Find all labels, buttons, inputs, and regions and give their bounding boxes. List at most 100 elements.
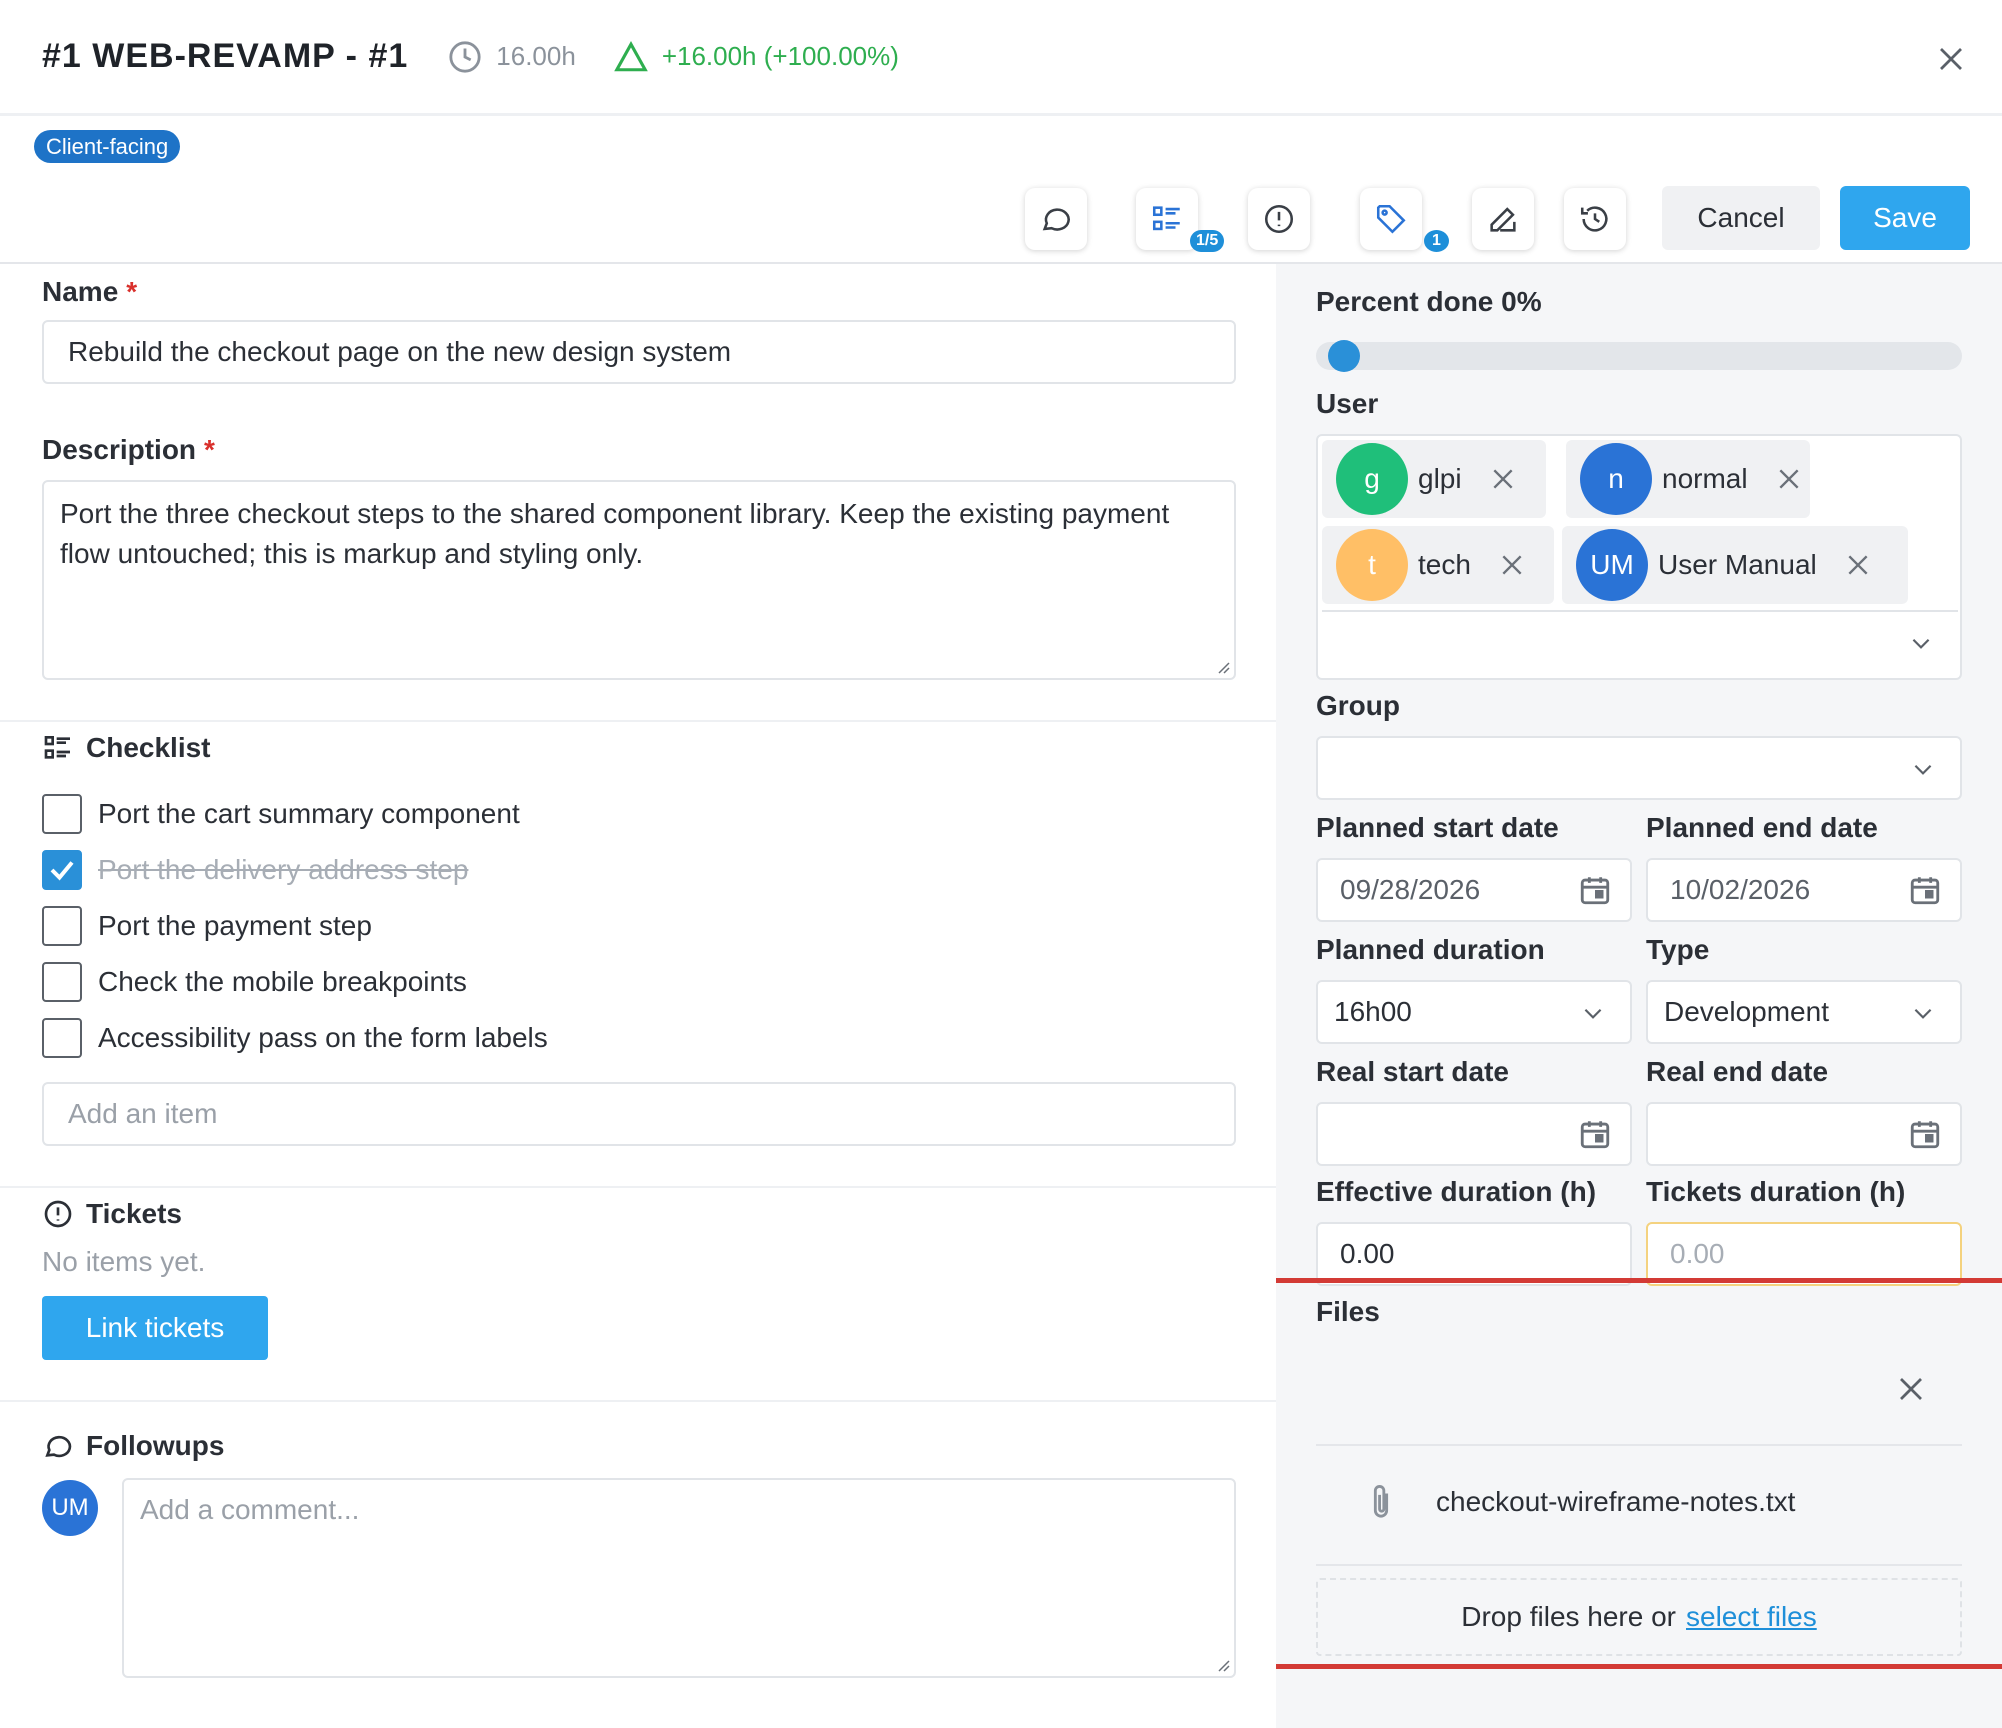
main-column: Name * Rebuild the checkout page on the n…: [0, 264, 1276, 1728]
real-end-input[interactable]: [1646, 1102, 1962, 1166]
checklist-button[interactable]: [1136, 188, 1198, 250]
tag-badge[interactable]: Client-facing: [34, 130, 181, 163]
tickets-button[interactable]: [1248, 188, 1310, 250]
checklist-checkbox[interactable]: [42, 794, 82, 834]
checklist-add-input[interactable]: Add an item: [42, 1082, 1236, 1146]
planned-start-label: Planned start date: [1316, 812, 1559, 843]
comment-textarea[interactable]: Add a comment...: [122, 1478, 1236, 1678]
hours-delta: +16.00h (+100.00%): [661, 41, 899, 71]
paperclip-icon: [1373, 1485, 1389, 1518]
planned-duration-select[interactable]: 16h00: [1316, 980, 1632, 1044]
edit-button[interactable]: [1472, 188, 1534, 250]
calendar-icon[interactable]: [1578, 1117, 1612, 1151]
divider: [1276, 1664, 2002, 1669]
divider: [0, 1186, 1276, 1188]
remove-user-icon[interactable]: [1776, 466, 1802, 492]
percent-slider-thumb[interactable]: [1328, 340, 1360, 372]
remove-user-icon[interactable]: [1845, 552, 1871, 578]
planned-start-input[interactable]: 09/28/2026: [1316, 858, 1632, 922]
link-tickets-button[interactable]: Link tickets: [42, 1296, 268, 1360]
user-name: glpi: [1418, 463, 1462, 494]
planned-hours: 16.00h: [496, 41, 576, 71]
percent-done-slider[interactable]: [1316, 342, 1962, 370]
user-chip: UM User Manual: [1562, 526, 1908, 604]
user-chip: g glpi: [1322, 440, 1546, 518]
group-label: Group: [1316, 690, 1400, 721]
checklist-checkbox[interactable]: [42, 850, 82, 890]
select-files-link[interactable]: select files: [1686, 1601, 1817, 1633]
chevron-down-icon[interactable]: [1910, 1000, 1936, 1026]
divider: [1276, 1278, 2002, 1283]
group-select[interactable]: [1316, 736, 1962, 800]
avatar: t: [1336, 529, 1408, 601]
task-modal: #1 WEB-REVAMP - #1 16.00h +16.00h (+100.…: [0, 0, 2002, 1728]
file-name[interactable]: checkout-wireframe-notes.txt: [1436, 1486, 1795, 1518]
checklist-item[interactable]: Port the delivery address step: [42, 850, 468, 890]
user-dropdown[interactable]: [1322, 610, 1958, 674]
triangle-up-icon: [613, 40, 648, 71]
checklist-icon: [1152, 206, 1180, 231]
checklist-item[interactable]: Check the mobile breakpoints: [42, 962, 467, 1002]
save-button[interactable]: Save: [1840, 186, 1970, 250]
history-button[interactable]: [1564, 188, 1626, 250]
alert-circle-icon: [1264, 204, 1294, 234]
followups-button[interactable]: [1025, 188, 1087, 250]
close-icon[interactable]: [1936, 44, 1966, 74]
checklist-checkbox[interactable]: [42, 1018, 82, 1058]
description-textarea[interactable]: Port the three checkout steps to the sha…: [42, 480, 1236, 680]
user-select[interactable]: g glpi n normal t tech UM User Manual: [1316, 434, 1962, 680]
calendar-icon[interactable]: [1578, 873, 1612, 907]
divider: [1316, 1444, 1962, 1446]
avatar: g: [1336, 443, 1408, 515]
type-select[interactable]: Development: [1646, 980, 1962, 1044]
avatar: UM: [1576, 529, 1648, 601]
chevron-down-icon[interactable]: [1908, 630, 1934, 656]
comment-icon: [1042, 208, 1070, 231]
tickets-duration-input: 0.00: [1646, 1222, 1962, 1286]
checklist-checkbox[interactable]: [42, 962, 82, 1002]
name-label: Name *: [42, 276, 138, 307]
cancel-button[interactable]: Cancel: [1662, 186, 1820, 250]
checklist-checkbox[interactable]: [42, 906, 82, 946]
planned-end-input[interactable]: 10/02/2026: [1646, 858, 1962, 922]
page-title: #1 WEB-REVAMP - #1: [42, 37, 409, 75]
user-chip: n normal: [1566, 440, 1810, 518]
effective-duration-input[interactable]: 0.00: [1316, 1222, 1632, 1286]
resize-grip-icon[interactable]: [1214, 1656, 1230, 1672]
tags-button[interactable]: [1360, 188, 1422, 250]
tags-count-badge: 1: [1424, 230, 1449, 252]
checklist-title: Checklist: [42, 732, 211, 764]
chevron-down-icon[interactable]: [1910, 756, 1936, 782]
chevron-down-icon[interactable]: [1580, 1000, 1606, 1026]
check-icon: [50, 861, 74, 881]
tag-icon: [1376, 204, 1406, 234]
checklist-item-label: Accessibility pass on the form labels: [98, 1022, 548, 1053]
percent-done-label: Percent done 0%: [1316, 286, 1542, 317]
name-input[interactable]: Rebuild the checkout page on the new des…: [42, 320, 1236, 384]
calendar-icon[interactable]: [1908, 873, 1942, 907]
alert-circle-icon: [44, 1200, 72, 1228]
user-label: User: [1316, 388, 1379, 419]
divider: [0, 1400, 1276, 1402]
user-name: tech: [1418, 549, 1471, 580]
close-icon[interactable]: [1896, 1374, 1926, 1404]
comment-icon: [45, 1435, 72, 1458]
remove-user-icon[interactable]: [1490, 466, 1516, 492]
real-start-label: Real start date: [1316, 1056, 1509, 1087]
followups-title: Followups: [42, 1430, 224, 1462]
planned-end-label: Planned end date: [1646, 812, 1878, 843]
files-label: Files: [1316, 1296, 1380, 1327]
checklist-item[interactable]: Accessibility pass on the form labels: [42, 1018, 548, 1058]
remove-user-icon[interactable]: [1499, 552, 1525, 578]
checklist-item[interactable]: Port the payment step: [42, 906, 372, 946]
divider: [1316, 1564, 1962, 1566]
real-start-input[interactable]: [1316, 1102, 1632, 1166]
file-dropzone[interactable]: Drop files here or select files: [1316, 1578, 1962, 1656]
resize-grip-icon[interactable]: [1214, 658, 1230, 674]
calendar-icon[interactable]: [1908, 1117, 1942, 1151]
checklist-item[interactable]: Port the cart summary component: [42, 794, 520, 834]
checklist-count-badge: 1/5: [1190, 230, 1225, 252]
planned-duration-label: Planned duration: [1316, 934, 1545, 965]
real-end-label: Real end date: [1646, 1056, 1829, 1087]
checklist-item-label: Port the delivery address step: [98, 854, 469, 885]
